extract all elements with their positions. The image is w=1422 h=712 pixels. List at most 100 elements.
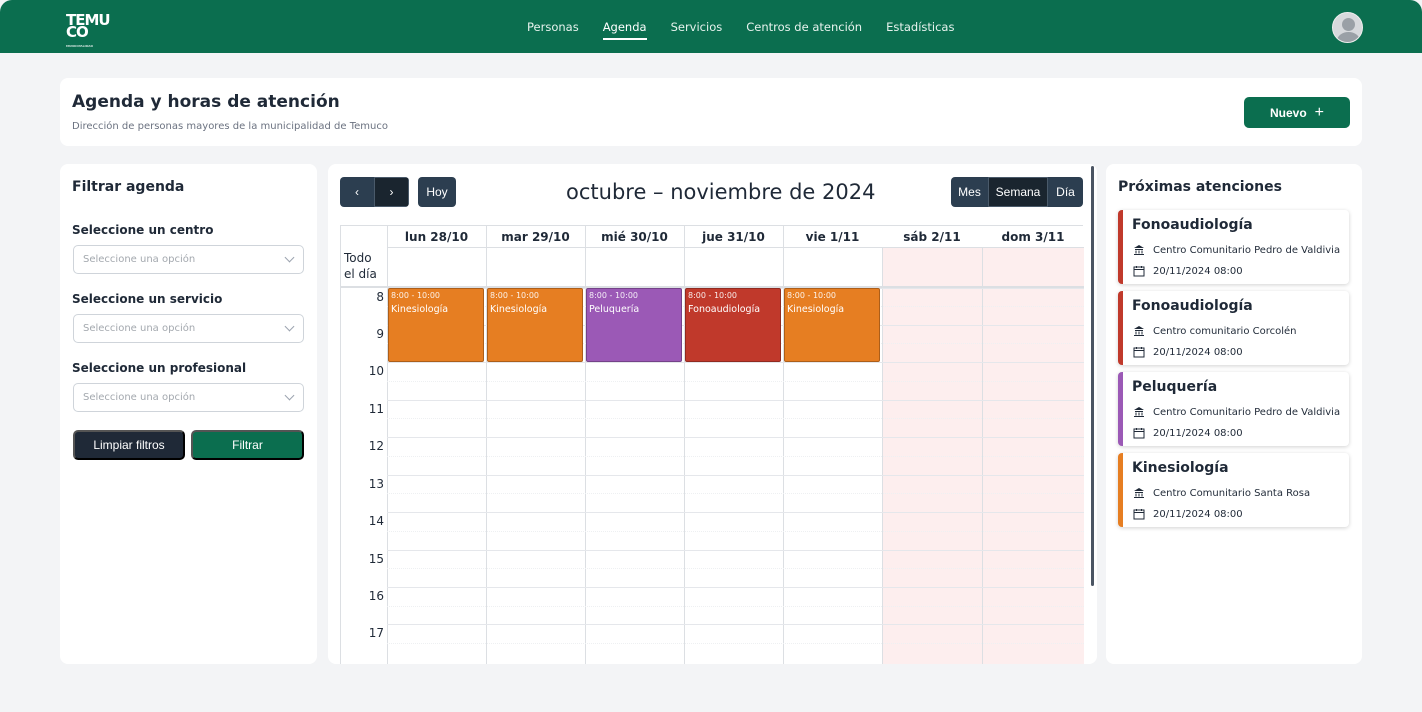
view-week-button[interactable]: Semana [988, 177, 1048, 207]
hour-label: 14 [368, 514, 384, 528]
calendar-scrollbar[interactable] [1091, 166, 1094, 586]
event-title: Kinesiología [787, 304, 845, 315]
upcoming-card-title: Fonoaudiología [1132, 298, 1253, 314]
hour-label: 10 [368, 364, 384, 378]
hour-line [387, 437, 1084, 438]
upcoming-card-datetime: 20/11/2024 08:00 [1153, 427, 1243, 439]
day-header: lun 28/10 [387, 226, 486, 248]
event-kinesiologia[interactable]: 8:00 - 10:00 Kinesiología [487, 288, 583, 362]
page-subtitle: Dirección de personas mayores de la muni… [72, 121, 388, 132]
event-time: 8:00 - 10:00 [391, 291, 440, 300]
main-nav: Personas Agenda Servicios Centros de ate… [527, 20, 954, 40]
half-hour-line [387, 643, 1084, 644]
filters-title: Filtrar agenda [72, 179, 185, 195]
day-column-weekend[interactable] [882, 226, 982, 664]
calendar-nav-group: ‹ › [340, 177, 409, 207]
chevron-down-icon [284, 321, 295, 332]
profesional-select[interactable]: Seleccione una opción [73, 383, 304, 412]
user-avatar[interactable] [1332, 12, 1363, 43]
prev-week-button[interactable]: ‹ [340, 177, 374, 207]
next-week-button[interactable]: › [374, 177, 409, 207]
calendar-card: ‹ › Hoy octubre – noviembre de 2024 Mes … [328, 164, 1097, 664]
upcoming-card-title: Kinesiología [1132, 460, 1229, 476]
half-hour-line [387, 606, 1084, 607]
nav-item-personas[interactable]: Personas [527, 20, 579, 40]
centro-placeholder: Seleccione una opción [83, 254, 196, 265]
upcoming-card-center: Centro comunitario Corcolén [1153, 325, 1297, 337]
temuco-logo[interactable]: TEMU CO MUNICIPALIDAD [66, 11, 111, 52]
event-title: Kinesiología [490, 304, 548, 315]
hour-label: 15 [368, 552, 384, 566]
building-icon [1134, 326, 1144, 336]
upcoming-card-datetime: 20/11/2024 08:00 [1153, 346, 1243, 358]
upcoming-card-center: Centro Comunitario Santa Rosa [1153, 487, 1311, 499]
logo-text: TEMU CO [66, 11, 111, 41]
chevron-left-icon: ‹ [355, 185, 359, 199]
centro-label: Seleccione un centro [72, 223, 214, 237]
building-icon [1134, 488, 1144, 498]
filters-panel: Filtrar agenda Seleccione un centro Sele… [60, 164, 317, 664]
day-header: vie 1/11 [783, 226, 882, 248]
event-time: 8:00 - 10:00 [787, 291, 836, 300]
new-button[interactable]: Nuevo + [1244, 97, 1350, 128]
event-peluqueria[interactable]: 8:00 - 10:00 Peluquería [586, 288, 682, 362]
hour-label: 9 [376, 327, 384, 341]
event-kinesiologia[interactable]: 8:00 - 10:00 Kinesiología [784, 288, 880, 362]
upcoming-card[interactable]: Peluquería Centro Comunitario Pedro de V… [1118, 372, 1349, 446]
servicio-label: Seleccione un servicio [72, 292, 223, 306]
avatar-body-shape [1337, 32, 1360, 42]
hour-line [387, 400, 1084, 401]
upcoming-card-center-row: Centro Comunitario Santa Rosa [1133, 487, 1310, 499]
filter-button[interactable]: Filtrar [191, 430, 304, 460]
hour-label: 11 [368, 402, 384, 416]
view-day-button[interactable]: Día [1048, 177, 1083, 207]
upcoming-card[interactable]: Fonoaudiología Centro Comunitario Pedro … [1118, 210, 1349, 284]
event-title: Peluquería [589, 304, 640, 315]
view-switcher: Mes Semana Día [951, 177, 1083, 207]
event-title: Fonoaudiología [688, 304, 761, 315]
half-hour-line [387, 381, 1084, 382]
upcoming-card-center: Centro Comunitario Pedro de Valdivia [1153, 406, 1341, 418]
centro-select[interactable]: Seleccione una opción [73, 245, 304, 274]
upcoming-card-datetime: 20/11/2024 08:00 [1153, 508, 1243, 520]
upcoming-card-center-row: Centro Comunitario Pedro de Valdivia [1133, 244, 1340, 256]
event-kinesiologia[interactable]: 8:00 - 10:00 Kinesiología [388, 288, 484, 362]
calendar-icon [1133, 428, 1145, 439]
nav-item-centros[interactable]: Centros de atención [746, 20, 862, 40]
upcoming-card-center-row: Centro comunitario Corcolén [1133, 325, 1297, 337]
upcoming-card-date-row: 20/11/2024 08:00 [1133, 427, 1243, 439]
day-header: dom 3/11 [982, 226, 1084, 248]
hour-label: 13 [368, 477, 384, 491]
nav-item-agenda[interactable]: Agenda [602, 20, 647, 40]
upcoming-card-datetime: 20/11/2024 08:00 [1153, 265, 1243, 277]
today-button[interactable]: Hoy [418, 177, 456, 207]
page-header-card: Agenda y horas de atención Dirección de … [60, 78, 1362, 146]
hour-label: 8 [376, 290, 384, 304]
upcoming-card[interactable]: Fonoaudiología Centro comunitario Corcol… [1118, 291, 1349, 365]
day-header: jue 31/10 [684, 226, 783, 248]
event-fonoaudiologia[interactable]: 8:00 - 10:00 Fonoaudiología [685, 288, 781, 362]
half-hour-line [387, 531, 1084, 532]
hour-label: 17 [368, 626, 384, 640]
nav-item-estadisticas[interactable]: Estadísticas [886, 20, 954, 40]
hour-line [387, 550, 1084, 551]
chevron-down-icon [284, 390, 295, 401]
upcoming-card-date-row: 20/11/2024 08:00 [1133, 508, 1243, 520]
clear-filters-button[interactable]: Limpiar filtros [73, 430, 185, 460]
hour-line [387, 475, 1084, 476]
day-header: mar 29/10 [486, 226, 585, 248]
plus-icon: + [1314, 103, 1325, 121]
all-day-row[interactable] [341, 248, 1084, 288]
all-day-label-line2: el día [344, 267, 377, 281]
half-hour-line [387, 568, 1084, 569]
view-month-button[interactable]: Mes [951, 177, 988, 207]
upcoming-card[interactable]: Kinesiología Centro Comunitario Santa Ro… [1118, 453, 1349, 527]
page-title: Agenda y horas de atención [72, 92, 340, 112]
nav-item-servicios[interactable]: Servicios [671, 20, 723, 40]
top-navbar: TEMU CO MUNICIPALIDAD Personas Agenda Se… [0, 0, 1422, 53]
event-title: Kinesiología [391, 304, 449, 315]
servicio-select[interactable]: Seleccione una opción [73, 314, 304, 343]
hour-line [387, 512, 1084, 513]
day-column-weekend[interactable] [982, 226, 1084, 664]
week-grid: lun 28/10 mar 29/10 mié 30/10 jue 31/10 … [340, 225, 1084, 664]
